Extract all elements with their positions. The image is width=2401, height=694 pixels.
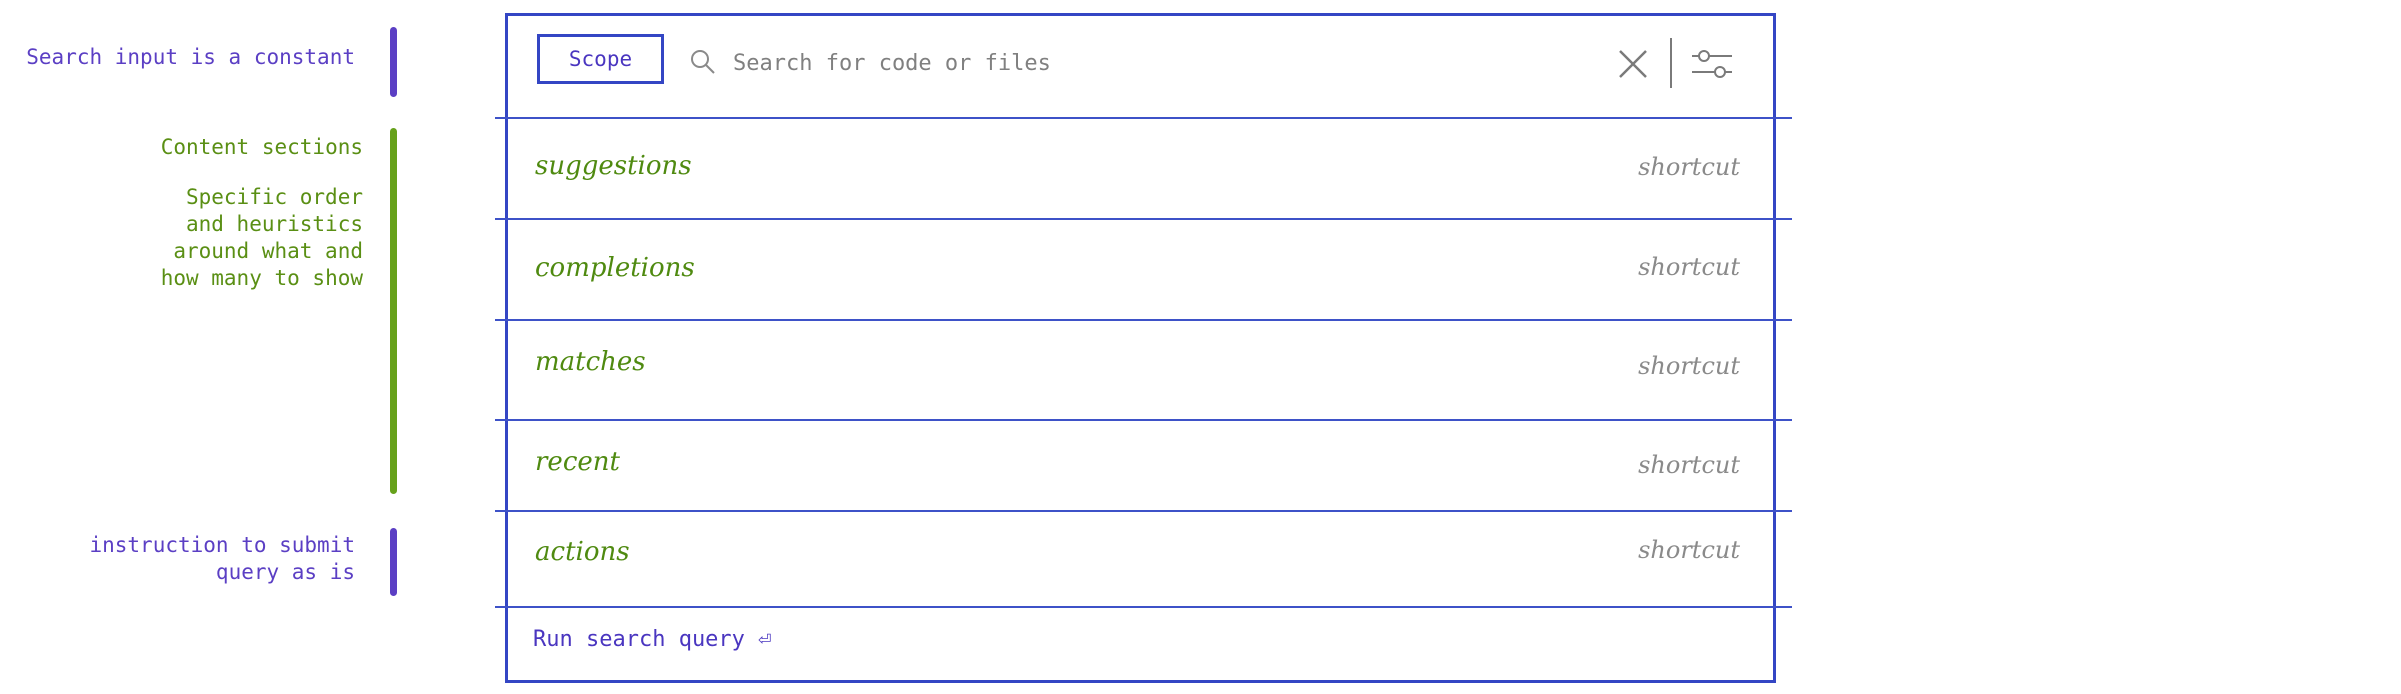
diagram-canvas: Search input is a constant Content secti…: [0, 0, 2401, 694]
separator-line: [495, 218, 1792, 220]
annotation-content-sections-detail: Specific order and heuristics around wha…: [160, 185, 363, 290]
section-suggestions[interactable]: suggestions: [535, 151, 692, 181]
section-shortcut: shortcut: [1638, 352, 1740, 380]
separator-line: [495, 319, 1792, 321]
annotation-bar-content-sections: [390, 128, 397, 494]
section-shortcut: shortcut: [1638, 451, 1740, 479]
separator-line: [495, 419, 1792, 421]
annotation-content-sections-title: Content sections: [160, 135, 363, 159]
annotation-bar-search: [390, 27, 397, 97]
scope-button[interactable]: Scope: [537, 34, 664, 84]
search-icon: [689, 48, 717, 76]
search-panel: [505, 13, 1776, 683]
close-icon[interactable]: [1617, 48, 1649, 80]
annotation-submit-instruction: instruction to submit query as is: [89, 533, 355, 584]
section-shortcut: shortcut: [1638, 253, 1740, 281]
search-input[interactable]: [733, 46, 1293, 80]
section-completions[interactable]: completions: [535, 253, 695, 283]
annotation-search-constant: Search input is a constant: [26, 45, 355, 69]
search-divider: [1670, 38, 1672, 88]
section-actions[interactable]: actions: [535, 537, 630, 567]
separator-line: [495, 117, 1792, 119]
separator-line: [495, 510, 1792, 512]
section-recent[interactable]: recent: [535, 447, 620, 477]
filter-sliders-icon[interactable]: [1690, 48, 1734, 80]
run-search-query-button[interactable]: Run search query ⏎: [533, 627, 771, 652]
annotation-bar-submit: [390, 528, 397, 596]
section-shortcut: shortcut: [1638, 536, 1740, 564]
section-shortcut: shortcut: [1638, 153, 1740, 181]
separator-line: [495, 606, 1792, 608]
section-matches[interactable]: matches: [535, 347, 646, 377]
